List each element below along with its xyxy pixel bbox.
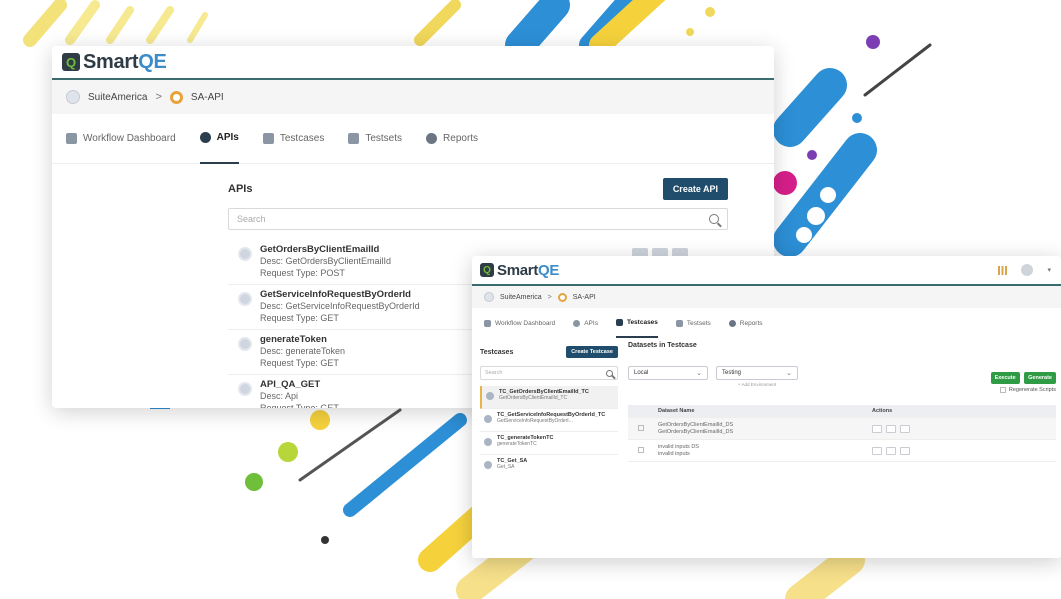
list-item[interactable]: TC_generateTokenTC generateTokenTC xyxy=(480,432,618,455)
api-icon xyxy=(238,337,252,351)
delete-icon[interactable] xyxy=(900,424,910,433)
report-icon xyxy=(426,133,438,144)
copy-icon[interactable] xyxy=(872,424,882,433)
tab-testcases[interactable]: Testcases xyxy=(615,308,658,338)
tab-apis[interactable]: APIs xyxy=(573,308,598,338)
tab-testsets[interactable]: Testsets xyxy=(675,308,711,338)
logo-wordmark: SmartQE xyxy=(83,50,167,73)
type-select[interactable]: Testing ⌄ xyxy=(716,366,798,380)
delete-icon[interactable] xyxy=(900,446,910,455)
testcase-icon xyxy=(484,438,492,446)
testcases-panel: Testcases Create Testcase Search TC_GetO… xyxy=(480,342,618,478)
breadcrumb-current[interactable]: SA-API xyxy=(573,294,596,301)
testcase-icon xyxy=(484,461,492,469)
tab-testsets[interactable]: Testsets xyxy=(348,114,402,164)
table-icon xyxy=(615,318,623,326)
table-icon xyxy=(262,133,274,144)
gear-icon xyxy=(199,132,211,143)
datasets-title: Datasets in Testcase xyxy=(628,342,697,349)
generate-button[interactable]: Generate xyxy=(1024,372,1056,384)
project-gear-icon xyxy=(169,90,183,104)
testcase-search-input[interactable]: Search xyxy=(480,366,618,380)
column-dataset-name: Dataset Name xyxy=(658,407,695,414)
api-icon xyxy=(238,292,252,306)
app-header: Q SmartQE ▾ xyxy=(472,256,1061,286)
apps-grid-icon[interactable] xyxy=(998,265,1008,275)
dashboard-icon xyxy=(66,133,77,144)
logo-wordmark: SmartQE xyxy=(497,261,560,279)
smartqe-logo[interactable]: Q SmartQE xyxy=(62,51,167,74)
report-icon xyxy=(728,319,736,327)
regenerate-scripts-checkbox[interactable]: Regenerate Scripts xyxy=(991,387,1056,393)
search-icon[interactable] xyxy=(709,214,719,224)
list-item[interactable]: TC_GetOrdersByClientEmailId_TC GetOrders… xyxy=(480,386,618,409)
copy-icon[interactable] xyxy=(872,446,882,455)
testcase-icon xyxy=(484,415,492,423)
edit-icon[interactable] xyxy=(886,424,896,433)
execute-button[interactable]: Execute xyxy=(990,372,1020,384)
smartqe-logo[interactable]: Q SmartQE xyxy=(480,262,559,279)
create-api-button[interactable]: Create API xyxy=(662,178,728,200)
breadcrumb-separator: > xyxy=(155,91,162,103)
breadcrumb: SuiteAmerica > SA-API xyxy=(472,286,1061,308)
tab-apis[interactable]: APIs xyxy=(199,114,239,164)
breadcrumb-root[interactable]: SuiteAmerica xyxy=(500,294,542,301)
tab-workflow-dashboard[interactable]: Workflow Dashboard xyxy=(484,308,555,338)
column-actions: Actions xyxy=(872,408,893,414)
table-row[interactable]: invalid inputs DS invalid inputs xyxy=(628,440,1056,462)
breadcrumb-current[interactable]: SA-API xyxy=(191,92,224,103)
edit-icon[interactable] xyxy=(886,446,896,455)
chevron-down-icon: ⌄ xyxy=(786,370,792,377)
main-tabs: Workflow Dashboard APIs Testcases Testse… xyxy=(472,308,1061,338)
testcase-icon xyxy=(486,392,494,400)
testcase-window: Q SmartQE ▾ SuiteAmerica > SA-API Workfl… xyxy=(472,256,1061,558)
testcases-title: Testcases xyxy=(480,348,514,356)
search-placeholder: Search xyxy=(237,214,266,224)
breadcrumb: SuiteAmerica > SA-API xyxy=(52,80,774,114)
app-header: Q SmartQE xyxy=(52,46,774,80)
dashboard-icon xyxy=(484,319,491,327)
chevron-down-icon: ⌄ xyxy=(696,370,702,377)
row-checkbox[interactable] xyxy=(638,424,644,431)
apis-title: APIs xyxy=(228,183,253,195)
main-tabs: Workflow Dashboard APIs Testcases Testse… xyxy=(52,114,774,164)
logo-mark-icon: Q xyxy=(480,263,494,277)
table-row[interactable]: GetOrdersByClientEmailId_DS GetOrdersByC… xyxy=(628,418,1056,440)
create-testcase-button[interactable]: Create Testcase xyxy=(566,346,618,358)
suite-icon xyxy=(484,292,494,302)
tab-reports[interactable]: Reports xyxy=(728,308,763,338)
breadcrumb-root[interactable]: SuiteAmerica xyxy=(88,92,147,103)
logo-mark-icon: Q xyxy=(62,53,80,71)
list-item[interactable]: TC_GetServiceInfoRequestByOrderId_TC Get… xyxy=(480,409,618,432)
stack-icon xyxy=(675,319,683,327)
environment-select[interactable]: Local ⌄ xyxy=(628,366,708,380)
testcase-list: TC_GetOrdersByClientEmailId_TC GetOrders… xyxy=(480,386,618,478)
add-environment-link[interactable]: + Add Environment xyxy=(716,382,798,387)
gear-icon xyxy=(573,319,581,327)
api-icon xyxy=(238,247,252,261)
datasets-panel: Datasets in Testcase Local ⌄ Testing ⌄ +… xyxy=(628,342,1056,462)
list-item[interactable]: TC_Get_SA Get_SA xyxy=(480,455,618,478)
row-checkbox[interactable] xyxy=(638,446,644,453)
tab-testcases[interactable]: Testcases xyxy=(262,114,324,164)
api-search-input[interactable]: Search xyxy=(228,208,728,230)
avatar[interactable] xyxy=(1021,264,1034,276)
breadcrumb-separator: > xyxy=(547,293,552,301)
row-actions xyxy=(872,446,910,455)
tab-reports[interactable]: Reports xyxy=(426,114,478,164)
table-header: Dataset Name Actions xyxy=(628,405,1056,418)
search-placeholder: Search xyxy=(485,370,503,376)
api-icon xyxy=(238,382,252,396)
row-actions xyxy=(872,424,910,433)
search-icon[interactable] xyxy=(606,369,613,377)
header-tools: ▾ xyxy=(998,264,1051,276)
tab-workflow-dashboard[interactable]: Workflow Dashboard xyxy=(66,114,176,164)
stack-icon xyxy=(348,133,360,144)
project-gear-icon xyxy=(557,292,567,302)
checkbox-icon[interactable] xyxy=(999,387,1006,393)
chevron-down-icon[interactable]: ▾ xyxy=(1047,266,1051,274)
datasets-table: Dataset Name Actions GetOrdersByClientEm… xyxy=(628,405,1056,462)
suite-icon xyxy=(66,90,80,104)
